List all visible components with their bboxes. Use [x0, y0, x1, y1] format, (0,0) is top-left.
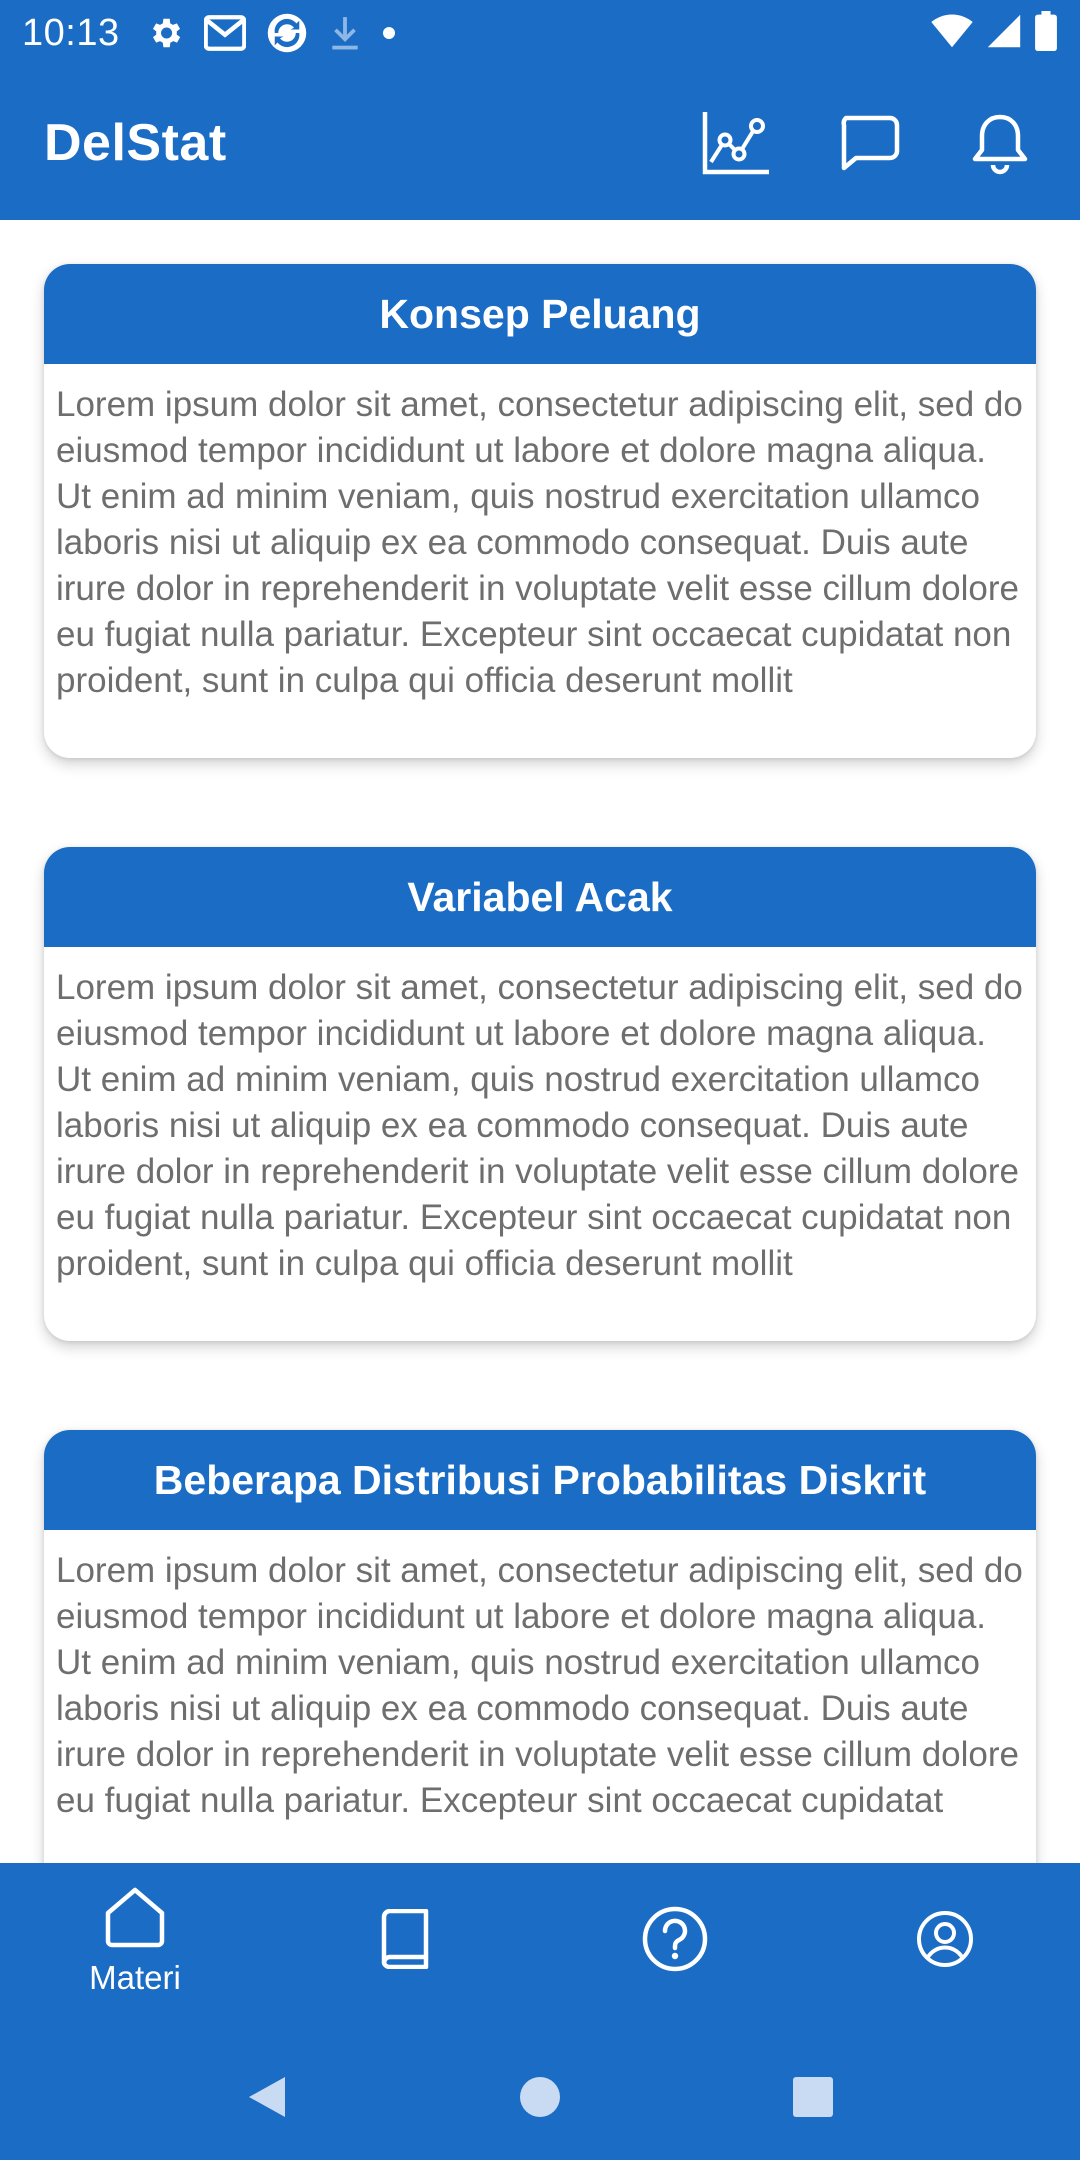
- nav-label-materi: Materi: [89, 1959, 181, 1996]
- book-icon: [381, 1909, 429, 1969]
- card-title: Konsep Peluang: [44, 264, 1036, 364]
- card-title: Beberapa Distribusi Probabilitas Diskrit: [44, 1430, 1036, 1530]
- profile-icon: [917, 1911, 973, 1967]
- bottom-nav: Materi: [0, 1863, 1080, 2033]
- app-actions: [640, 107, 1036, 179]
- nav-item-profile[interactable]: [810, 1863, 1080, 2033]
- gear-icon: [146, 14, 184, 52]
- notifications-button[interactable]: [964, 107, 1036, 179]
- dot-icon: [382, 26, 396, 40]
- system-recents-button[interactable]: [773, 2057, 853, 2137]
- card-title: Variabel Acak: [44, 847, 1036, 947]
- nav-item-materi[interactable]: Materi: [0, 1863, 270, 2033]
- card-konsep-peluang[interactable]: Konsep Peluang Lorem ipsum dolor sit ame…: [44, 264, 1036, 758]
- gmail-icon: [203, 15, 246, 51]
- card-body: Lorem ipsum dolor sit amet, consectetur …: [56, 968, 1023, 1283]
- home-icon: [105, 1887, 165, 1948]
- content-list[interactable]: Konsep Peluang Lorem ipsum dolor sit ame…: [0, 220, 1080, 1863]
- statistics-button[interactable]: [700, 107, 772, 179]
- card-body: Lorem ipsum dolor sit amet, consectetur …: [56, 1551, 1023, 1820]
- chat-button[interactable]: [832, 107, 904, 179]
- status-right: [930, 10, 1058, 56]
- card-variabel-acak[interactable]: Variabel Acak Lorem ipsum dolor sit amet…: [44, 847, 1036, 1341]
- status-icons: [146, 12, 396, 54]
- wifi-icon: [930, 13, 974, 54]
- battery-icon: [1034, 10, 1058, 56]
- system-back-button[interactable]: [227, 2057, 307, 2137]
- app-screen: 10:13 DelStat Konsep Peluang Lorem ipsum…: [0, 0, 1080, 2160]
- sync-icon: [266, 12, 308, 54]
- status-time: 10:13: [22, 11, 120, 54]
- card-distribusi-probabilitas-diskrit[interactable]: Beberapa Distribusi Probabilitas Diskrit…: [44, 1430, 1036, 1863]
- system-home-button[interactable]: [500, 2057, 580, 2137]
- nav-item-book[interactable]: [270, 1863, 540, 2033]
- app-bar: DelStat: [0, 66, 1080, 220]
- status-bar: 10:13: [0, 0, 1080, 66]
- nav-item-help[interactable]: [540, 1863, 810, 2033]
- bell-icon: [972, 114, 1028, 175]
- app-title: DelStat: [44, 114, 227, 172]
- download-icon: [328, 14, 362, 52]
- recents-icon: [793, 2076, 834, 2117]
- signal-icon: [986, 13, 1022, 54]
- chart-icon: [702, 112, 769, 175]
- help-icon: [642, 1906, 708, 1972]
- system-nav: [0, 2033, 1080, 2160]
- back-icon: [248, 2076, 285, 2117]
- card-body: Lorem ipsum dolor sit amet, consectetur …: [56, 385, 1023, 700]
- chat-icon: [841, 115, 900, 171]
- home-circle-icon: [519, 2076, 560, 2117]
